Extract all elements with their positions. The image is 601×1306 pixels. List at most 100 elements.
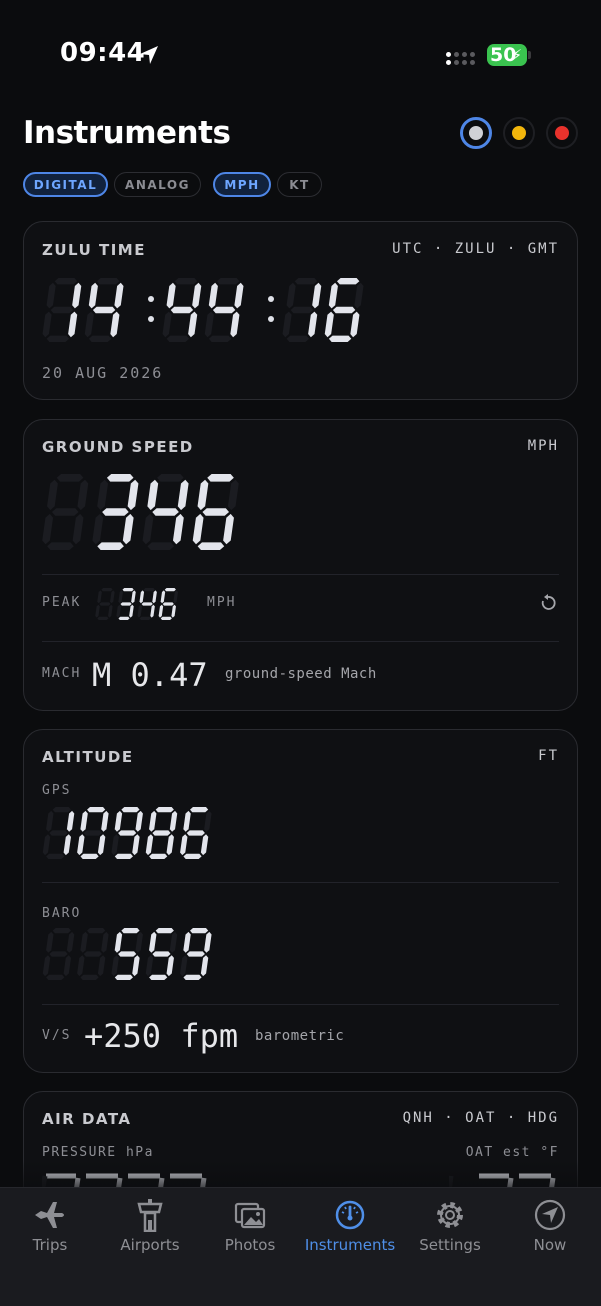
segment [147,479,159,511]
control-tower-icon [137,1199,163,1232]
analog-toggle[interactable]: ANALOG [114,172,201,197]
segment [46,810,54,832]
theme-amber-button[interactable] [503,117,535,149]
segment [290,306,314,314]
tab-airports[interactable]: Airports [100,1198,200,1254]
digit-8 [145,807,178,859]
segment [202,508,230,516]
segment [88,335,112,342]
segment [66,931,75,953]
segment [97,590,102,604]
segment [92,306,116,314]
segment [118,616,130,620]
segment [110,590,115,604]
air-data-label: AIR DATA [42,1110,132,1128]
segment [42,311,52,338]
segment [131,590,136,604]
digit-9 [111,807,143,859]
tab-now[interactable]: Now [500,1198,600,1254]
altitude-card: ALTITUDE FT GPS BARO V/S +250 fpm barome… [23,729,578,1073]
digit-4 [162,278,202,342]
tab-label: Airports [120,1236,180,1254]
segment [80,931,88,953]
segment [83,951,102,957]
baro-altitude-display [42,927,214,985]
segment [46,974,65,980]
peak-unit: MPH [207,595,237,610]
segment [158,604,164,618]
segment [139,616,151,620]
segment [312,282,322,309]
segment [204,311,214,338]
digit-3 [92,474,139,550]
segment [83,830,102,836]
tab-trips[interactable]: Trips [0,1198,100,1254]
segment [47,542,74,550]
segment [180,834,188,856]
segment [166,335,190,342]
digit-unlit [42,928,75,980]
altitude-unit: FT [538,748,559,764]
zulu-minutes-display [162,277,247,347]
segment [114,931,123,953]
theme-red-button[interactable] [546,117,578,149]
segment [150,604,155,618]
segment [111,955,119,977]
segment [46,853,65,859]
segment [108,604,113,618]
segment [149,931,157,953]
segment [145,955,154,977]
segment [77,834,85,856]
segment [169,931,178,953]
theme-white-button[interactable] [460,117,492,149]
reset-peak-icon[interactable] [539,593,557,613]
digit-unlit [77,928,109,980]
vs-note: barometric [255,1028,345,1044]
tab-photos[interactable]: Photos [200,1198,300,1254]
tab-label: Trips [32,1236,68,1254]
digit-3 [116,588,136,620]
segment [63,834,71,856]
segment [121,928,140,934]
mach-note: ground-speed Mach [225,666,377,682]
digit-5 [111,928,143,980]
segment [204,931,212,953]
segment [223,513,234,545]
segment [46,931,54,953]
segment [328,335,352,342]
ground-speed-label: GROUND SPEED [42,438,194,456]
segment [308,311,318,338]
digital-toggle[interactable]: DIGITAL [23,172,108,197]
segment [186,951,205,957]
segment [166,955,174,977]
segment [183,853,202,859]
segment [350,311,360,338]
segment [147,542,175,550]
status-bar: 09:44 50 ⚡ [0,0,601,100]
segment [152,830,171,836]
segment [118,590,123,604]
segment [286,335,310,342]
tab-instruments[interactable]: Instruments [300,1198,400,1254]
segment [282,311,292,338]
digit-1 [42,807,75,859]
mph-toggle[interactable]: MPH [213,172,271,197]
segment [99,602,111,606]
segment [49,951,68,957]
tab-bar: Trips Airports Photos Instruments Settin… [0,1187,601,1306]
segment [101,810,109,832]
segment [192,282,202,309]
segment [166,282,176,309]
tab-settings[interactable]: Settings [400,1198,500,1254]
segment [97,479,109,511]
ground-speed-display [42,473,242,555]
segment [42,834,51,856]
segment [127,479,139,511]
segment [149,974,168,980]
altitude-label: ALTITUDE [42,748,134,766]
kt-toggle[interactable]: KT [277,172,322,197]
segment [51,508,79,516]
digit-unlit [95,588,115,620]
digit-unlit [42,474,89,550]
segment [152,951,171,957]
